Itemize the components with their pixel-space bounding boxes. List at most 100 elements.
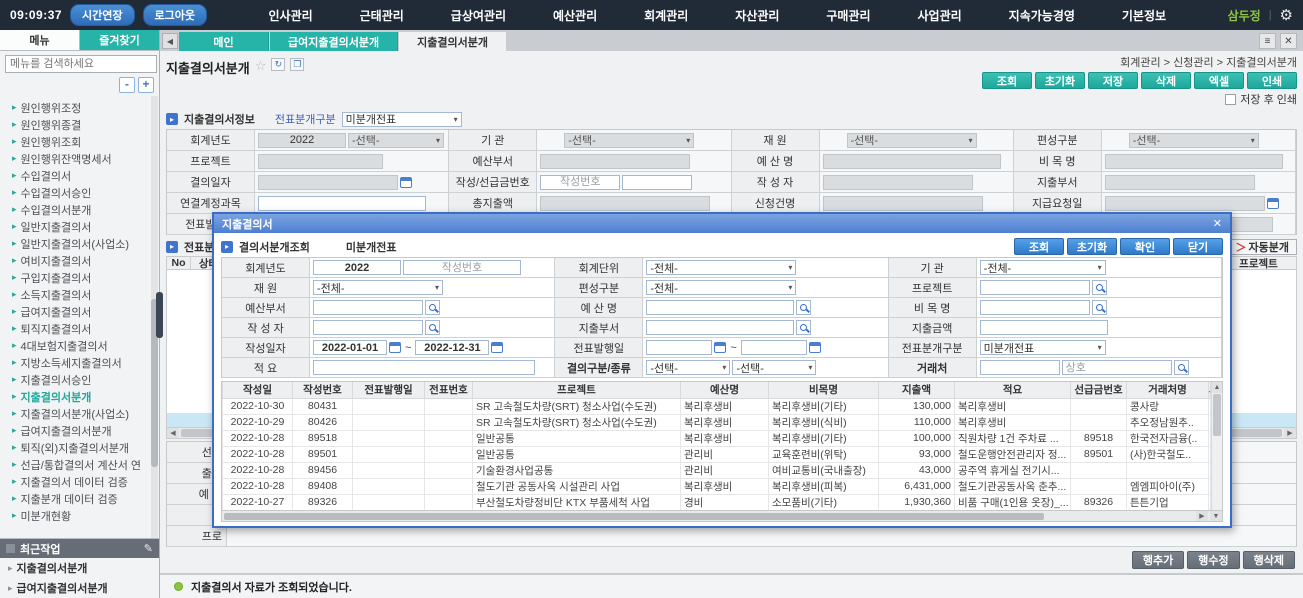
topbar-menu-item[interactable]: 급상여관리 bbox=[451, 7, 506, 24]
document-tab[interactable]: 지출결의서분개 bbox=[399, 32, 506, 51]
toolbar-button[interactable]: 인쇄 bbox=[1247, 72, 1297, 89]
doc-no-input[interactable] bbox=[540, 175, 620, 190]
close-icon[interactable]: ✕ bbox=[1280, 33, 1297, 49]
org-select[interactable]: -선택-▾ bbox=[564, 133, 694, 148]
sidebar-collapse-handle[interactable] bbox=[156, 292, 163, 338]
popup-icon[interactable]: ❐ bbox=[290, 58, 304, 71]
decision-date-input[interactable] bbox=[258, 175, 398, 190]
document-tab[interactable]: 급여지출결의서분개 bbox=[270, 32, 398, 51]
table-header-cell[interactable]: 작성일 bbox=[223, 382, 293, 398]
scroll-right-icon[interactable]: ▶ bbox=[1196, 511, 1208, 521]
modal-action-button[interactable]: 조회 bbox=[1014, 238, 1064, 255]
sidebar-item[interactable]: ▸ 지출결의서승인 bbox=[12, 371, 159, 388]
logout-button[interactable]: 로그아웃 bbox=[143, 4, 207, 26]
auto-split-button[interactable]: ＞ 자동분개 bbox=[1228, 239, 1297, 255]
m-project-input[interactable] bbox=[980, 280, 1090, 295]
sidebar-item[interactable]: ▸ 원인행위잔액명세서 bbox=[12, 150, 159, 167]
m-budget-type-select[interactable]: -전체-▾ bbox=[646, 280, 796, 295]
m-kind-select2[interactable]: -선택-▾ bbox=[732, 360, 816, 375]
table-header-cell[interactable]: 지출액 bbox=[879, 382, 955, 398]
sidebar-item[interactable]: ▸ 급여지출결의서분개 bbox=[12, 422, 159, 439]
sidebar-item[interactable]: ▸ 선급/통합결의서 계산서 연 bbox=[12, 456, 159, 473]
toolbar-button[interactable]: 엑셀 bbox=[1194, 72, 1244, 89]
row-action-button[interactable]: 행추가 bbox=[1132, 551, 1184, 569]
total-amount-input[interactable] bbox=[540, 196, 710, 211]
sidebar-item[interactable]: ▸ 퇴직(외)지출결의서분개 bbox=[12, 439, 159, 456]
collapse-all-button[interactable]: - bbox=[119, 77, 135, 93]
table-header-cell[interactable]: 전표발행일 bbox=[353, 382, 425, 398]
modal-action-button[interactable]: 초기화 bbox=[1067, 238, 1117, 255]
modal-action-button[interactable]: 닫기 bbox=[1173, 238, 1223, 255]
m-budget-dept-input[interactable] bbox=[313, 300, 423, 315]
budget-type-select[interactable]: -선택-▾ bbox=[1129, 133, 1259, 148]
sidebar-item[interactable]: ▸ 지방소득세지출결의서 bbox=[12, 354, 159, 371]
sidebar-item[interactable]: ▸ 지출분개 데이터 검증 bbox=[12, 490, 159, 507]
sidebar-item[interactable]: ▸ 수입결의서분개 bbox=[12, 201, 159, 218]
sidebar-item[interactable]: ▸ 원인행위조회 bbox=[12, 133, 159, 150]
m-doc-no-input[interactable] bbox=[403, 260, 521, 275]
search-icon[interactable] bbox=[1092, 280, 1107, 295]
topbar-menu-item[interactable]: 자산관리 bbox=[735, 7, 779, 24]
sidebar-item[interactable]: ▸ 수입결의서승인 bbox=[12, 184, 159, 201]
table-header-cell[interactable]: 선급금번호 bbox=[1071, 382, 1127, 398]
sidebar-item[interactable]: ▸ 지출결의서 데이터 검증 bbox=[12, 473, 159, 490]
m-org-select[interactable]: -전체-▾ bbox=[980, 260, 1106, 275]
row-action-button[interactable]: 행삭제 bbox=[1243, 551, 1295, 569]
pay-request-date-input[interactable] bbox=[1105, 196, 1265, 211]
scroll-right-icon[interactable]: ▶ bbox=[1284, 428, 1296, 438]
request-title-input[interactable] bbox=[823, 196, 983, 211]
tab-scroll-left-icon[interactable]: ◀ bbox=[162, 33, 178, 49]
close-icon[interactable]: ✕ bbox=[1213, 217, 1222, 230]
calendar-icon[interactable] bbox=[1267, 198, 1279, 209]
scrollbar-thumb[interactable] bbox=[1213, 394, 1221, 436]
recent-item[interactable]: ▸ 지출결의서분개 bbox=[0, 558, 159, 578]
linked-account-input[interactable] bbox=[258, 196, 426, 211]
sidebar-item[interactable]: ▸ 구입지출결의서 bbox=[12, 269, 159, 286]
sidebar-item[interactable]: ▸ 소득지출결의서 bbox=[12, 286, 159, 303]
table-header-cell[interactable]: 거래처명 bbox=[1127, 382, 1209, 398]
sidebar-item[interactable]: ▸ 4대보험지출결의서 bbox=[12, 337, 159, 354]
search-icon[interactable] bbox=[1174, 360, 1189, 375]
search-icon[interactable] bbox=[1092, 300, 1107, 315]
m-write-date-from-input[interactable] bbox=[313, 340, 387, 355]
topbar-menu-item[interactable]: 근태관리 bbox=[360, 7, 404, 24]
m-fund-select[interactable]: -전체-▾ bbox=[313, 280, 443, 295]
sidebar-item[interactable]: ▸ 일반지출결의서 bbox=[12, 218, 159, 235]
table-row[interactable]: 2022-10-30 80431 SR 고속철도차량(SRT) 청소사업(수도권… bbox=[223, 398, 1211, 414]
m-vendor-code-input[interactable] bbox=[980, 360, 1060, 375]
document-tab[interactable]: 메인 bbox=[179, 32, 269, 51]
toolbar-button[interactable]: 저장 bbox=[1088, 72, 1138, 89]
tab-favorites[interactable]: 즐겨찾기 bbox=[80, 30, 159, 50]
expand-all-button[interactable]: + bbox=[138, 77, 154, 93]
writer-input[interactable] bbox=[823, 175, 973, 190]
sidebar-item[interactable]: ▸ 급여지출결의서 bbox=[12, 303, 159, 320]
window-list-icon[interactable]: ≡ bbox=[1259, 33, 1276, 49]
print-after-save-checkbox[interactable] bbox=[1225, 94, 1236, 105]
budget-dept-input[interactable] bbox=[540, 154, 690, 169]
table-row[interactable]: 2022-10-28 89518 일반공통 복리후생비 복리후생비(기타) 10… bbox=[223, 430, 1211, 446]
topbar-menu-item[interactable]: 회계관리 bbox=[644, 7, 688, 24]
topbar-menu-item[interactable]: 사업관리 bbox=[918, 7, 962, 24]
table-row[interactable]: 2022-10-28 89456 기술환경사업공통 관리비 여비교통비(국내출장… bbox=[223, 462, 1211, 478]
toolbar-button[interactable]: 초기화 bbox=[1035, 72, 1085, 89]
calendar-icon[interactable] bbox=[714, 342, 726, 353]
m-acct-unit-select[interactable]: -전체-▾ bbox=[646, 260, 796, 275]
calendar-icon[interactable] bbox=[400, 177, 412, 188]
sidebar-item[interactable]: ▸ 여비지출결의서 bbox=[12, 252, 159, 269]
m-kind-select1[interactable]: -선택-▾ bbox=[646, 360, 730, 375]
clear-recent-icon[interactable]: ✎ bbox=[144, 542, 153, 555]
m-writer-input[interactable] bbox=[313, 320, 423, 335]
gear-icon[interactable]: ⚙ bbox=[1280, 6, 1293, 24]
table-row[interactable]: 2022-10-28 89408 철도기관 공동사옥 시설관리 사업 복리후생비… bbox=[223, 478, 1211, 494]
table-header-cell[interactable]: 예산명 bbox=[681, 382, 769, 398]
favorite-star-icon[interactable]: ☆ bbox=[255, 58, 267, 74]
sidebar-item[interactable]: ▸ 원인행위종결 bbox=[12, 116, 159, 133]
scroll-up-icon[interactable]: ▲ bbox=[1212, 382, 1222, 393]
budget-name-input[interactable] bbox=[823, 154, 1001, 169]
m-slip-split-select[interactable]: 미분개전표▾ bbox=[980, 340, 1106, 355]
table-row[interactable]: 2022-10-28 89501 일반공통 관리비 교육훈련비(위탁) 93,0… bbox=[223, 446, 1211, 462]
table-header-cell[interactable]: 작성번호 bbox=[293, 382, 353, 398]
fiscal-year-select[interactable]: -선택-▾ bbox=[348, 133, 444, 148]
m-vendor-name-input[interactable] bbox=[1062, 360, 1172, 375]
calendar-icon[interactable] bbox=[809, 342, 821, 353]
